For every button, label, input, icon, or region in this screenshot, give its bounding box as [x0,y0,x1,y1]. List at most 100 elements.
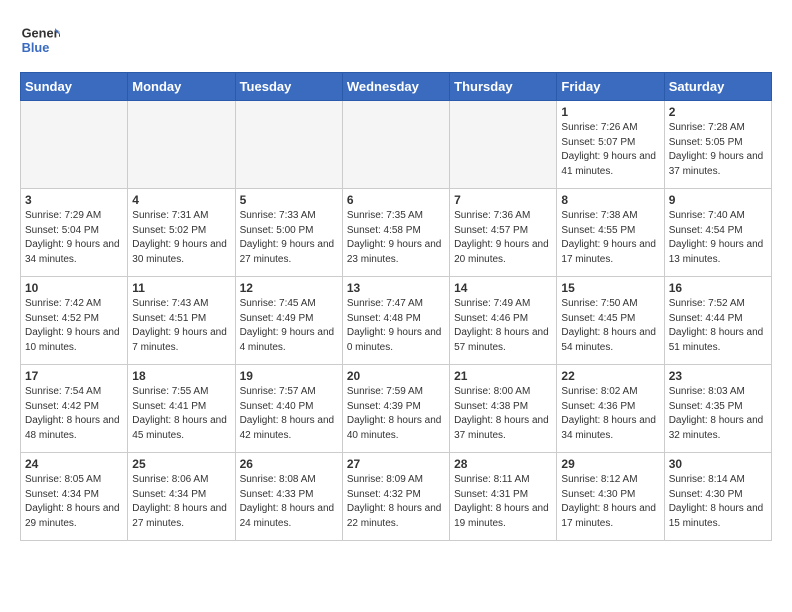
day-number: 24 [25,457,123,471]
weekday-header-thursday: Thursday [450,73,557,101]
day-cell: 18 Sunrise: 7:55 AMSunset: 4:41 PMDaylig… [128,365,235,453]
day-number: 14 [454,281,552,295]
day-info: Sunrise: 8:06 AMSunset: 4:34 PMDaylight:… [132,473,230,531]
day-number: 8 [561,193,659,207]
day-cell: 7 Sunrise: 7:36 AMSunset: 4:57 PMDayligh… [450,189,557,277]
day-cell: 21 Sunrise: 8:00 AMSunset: 4:38 PMDaylig… [450,365,557,453]
day-number: 6 [347,193,445,207]
day-cell: 4 Sunrise: 7:31 AMSunset: 5:02 PMDayligh… [128,189,235,277]
weekday-header-saturday: Saturday [664,73,771,101]
day-info: Sunrise: 7:31 AMSunset: 5:02 PMDaylight:… [132,209,230,267]
day-info: Sunrise: 7:38 AMSunset: 4:55 PMDaylight:… [561,209,659,267]
day-info: Sunrise: 7:47 AMSunset: 4:48 PMDaylight:… [347,297,445,355]
day-cell: 13 Sunrise: 7:47 AMSunset: 4:48 PMDaylig… [342,277,449,365]
day-number: 13 [347,281,445,295]
day-info: Sunrise: 7:36 AMSunset: 4:57 PMDaylight:… [454,209,552,267]
page: General Blue SundayMondayTuesdayWednesda… [0,0,792,612]
day-info: Sunrise: 7:42 AMSunset: 4:52 PMDaylight:… [25,297,123,355]
day-info: Sunrise: 7:57 AMSunset: 4:40 PMDaylight:… [240,385,338,443]
day-cell: 30 Sunrise: 8:14 AMSunset: 4:30 PMDaylig… [664,453,771,541]
day-cell: 19 Sunrise: 7:57 AMSunset: 4:40 PMDaylig… [235,365,342,453]
svg-text:General: General [22,26,60,41]
day-cell: 9 Sunrise: 7:40 AMSunset: 4:54 PMDayligh… [664,189,771,277]
day-cell: 14 Sunrise: 7:49 AMSunset: 4:46 PMDaylig… [450,277,557,365]
day-cell: 8 Sunrise: 7:38 AMSunset: 4:55 PMDayligh… [557,189,664,277]
day-number: 10 [25,281,123,295]
day-info: Sunrise: 7:43 AMSunset: 4:51 PMDaylight:… [132,297,230,355]
day-info: Sunrise: 7:49 AMSunset: 4:46 PMDaylight:… [454,297,552,355]
day-cell: 25 Sunrise: 8:06 AMSunset: 4:34 PMDaylig… [128,453,235,541]
day-cell: 15 Sunrise: 7:50 AMSunset: 4:45 PMDaylig… [557,277,664,365]
week-row-2: 3 Sunrise: 7:29 AMSunset: 5:04 PMDayligh… [21,189,772,277]
day-number: 28 [454,457,552,471]
day-info: Sunrise: 8:09 AMSunset: 4:32 PMDaylight:… [347,473,445,531]
day-cell: 6 Sunrise: 7:35 AMSunset: 4:58 PMDayligh… [342,189,449,277]
day-info: Sunrise: 7:59 AMSunset: 4:39 PMDaylight:… [347,385,445,443]
day-number: 7 [454,193,552,207]
day-info: Sunrise: 7:29 AMSunset: 5:04 PMDaylight:… [25,209,123,267]
day-cell [450,101,557,189]
week-row-5: 24 Sunrise: 8:05 AMSunset: 4:34 PMDaylig… [21,453,772,541]
day-info: Sunrise: 8:11 AMSunset: 4:31 PMDaylight:… [454,473,552,531]
day-number: 23 [669,369,767,383]
day-cell: 22 Sunrise: 8:02 AMSunset: 4:36 PMDaylig… [557,365,664,453]
day-cell: 11 Sunrise: 7:43 AMSunset: 4:51 PMDaylig… [128,277,235,365]
day-number: 5 [240,193,338,207]
day-cell: 3 Sunrise: 7:29 AMSunset: 5:04 PMDayligh… [21,189,128,277]
day-number: 29 [561,457,659,471]
day-info: Sunrise: 7:40 AMSunset: 4:54 PMDaylight:… [669,209,767,267]
day-cell: 10 Sunrise: 7:42 AMSunset: 4:52 PMDaylig… [21,277,128,365]
day-info: Sunrise: 7:35 AMSunset: 4:58 PMDaylight:… [347,209,445,267]
day-number: 21 [454,369,552,383]
day-info: Sunrise: 7:50 AMSunset: 4:45 PMDaylight:… [561,297,659,355]
day-cell: 27 Sunrise: 8:09 AMSunset: 4:32 PMDaylig… [342,453,449,541]
day-info: Sunrise: 7:26 AMSunset: 5:07 PMDaylight:… [561,121,659,179]
weekday-header-monday: Monday [128,73,235,101]
day-cell: 16 Sunrise: 7:52 AMSunset: 4:44 PMDaylig… [664,277,771,365]
day-number: 26 [240,457,338,471]
day-number: 11 [132,281,230,295]
day-cell: 24 Sunrise: 8:05 AMSunset: 4:34 PMDaylig… [21,453,128,541]
day-number: 1 [561,105,659,119]
day-cell [128,101,235,189]
week-row-3: 10 Sunrise: 7:42 AMSunset: 4:52 PMDaylig… [21,277,772,365]
day-cell [342,101,449,189]
day-cell: 1 Sunrise: 7:26 AMSunset: 5:07 PMDayligh… [557,101,664,189]
day-info: Sunrise: 8:12 AMSunset: 4:30 PMDaylight:… [561,473,659,531]
day-info: Sunrise: 7:33 AMSunset: 5:00 PMDaylight:… [240,209,338,267]
day-info: Sunrise: 8:00 AMSunset: 4:38 PMDaylight:… [454,385,552,443]
logo: General Blue [20,20,66,60]
day-cell: 23 Sunrise: 8:03 AMSunset: 4:35 PMDaylig… [664,365,771,453]
weekday-header-sunday: Sunday [21,73,128,101]
day-number: 22 [561,369,659,383]
day-info: Sunrise: 7:52 AMSunset: 4:44 PMDaylight:… [669,297,767,355]
day-cell: 26 Sunrise: 8:08 AMSunset: 4:33 PMDaylig… [235,453,342,541]
day-number: 25 [132,457,230,471]
day-cell: 20 Sunrise: 7:59 AMSunset: 4:39 PMDaylig… [342,365,449,453]
day-info: Sunrise: 7:55 AMSunset: 4:41 PMDaylight:… [132,385,230,443]
day-cell: 17 Sunrise: 7:54 AMSunset: 4:42 PMDaylig… [21,365,128,453]
day-cell [235,101,342,189]
day-info: Sunrise: 7:28 AMSunset: 5:05 PMDaylight:… [669,121,767,179]
day-number: 20 [347,369,445,383]
week-row-4: 17 Sunrise: 7:54 AMSunset: 4:42 PMDaylig… [21,365,772,453]
day-number: 12 [240,281,338,295]
day-cell: 29 Sunrise: 8:12 AMSunset: 4:30 PMDaylig… [557,453,664,541]
day-number: 9 [669,193,767,207]
day-info: Sunrise: 8:14 AMSunset: 4:30 PMDaylight:… [669,473,767,531]
day-number: 18 [132,369,230,383]
calendar-table: SundayMondayTuesdayWednesdayThursdayFrid… [20,72,772,541]
day-info: Sunrise: 8:03 AMSunset: 4:35 PMDaylight:… [669,385,767,443]
logo-icon: General Blue [20,20,60,60]
week-row-1: 1 Sunrise: 7:26 AMSunset: 5:07 PMDayligh… [21,101,772,189]
day-number: 3 [25,193,123,207]
day-number: 17 [25,369,123,383]
day-info: Sunrise: 8:05 AMSunset: 4:34 PMDaylight:… [25,473,123,531]
day-number: 15 [561,281,659,295]
day-info: Sunrise: 8:08 AMSunset: 4:33 PMDaylight:… [240,473,338,531]
day-number: 30 [669,457,767,471]
weekday-header-tuesday: Tuesday [235,73,342,101]
day-number: 16 [669,281,767,295]
day-cell: 28 Sunrise: 8:11 AMSunset: 4:31 PMDaylig… [450,453,557,541]
day-cell: 12 Sunrise: 7:45 AMSunset: 4:49 PMDaylig… [235,277,342,365]
